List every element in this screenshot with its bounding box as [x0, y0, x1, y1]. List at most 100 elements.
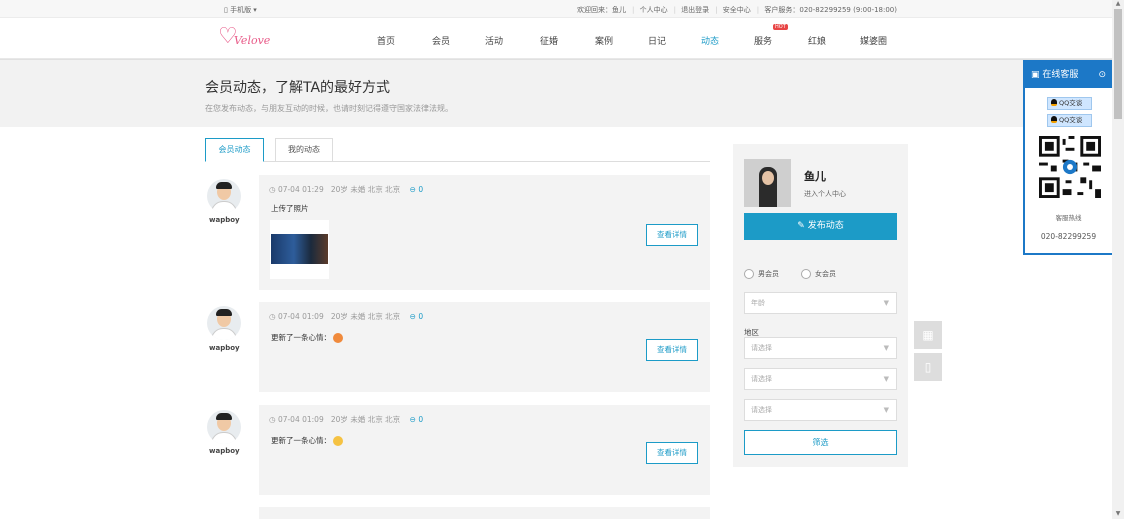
security-link[interactable]: 安全中心 [723, 6, 751, 14]
feed-card: ◷ 07-04 01:29 20岁 未婚 北京 北京 ⊖ 0 上传了照片 查看详… [259, 175, 710, 290]
nav-item-matchmaker[interactable]: 红娘 [808, 34, 826, 47]
qq-icon [1051, 116, 1057, 123]
qq-chat-button[interactable]: QQ交谈 [1047, 114, 1092, 127]
tab-my-feed[interactable]: 我的动态 [275, 138, 333, 162]
hot-badge: HOT [773, 24, 788, 30]
district-select[interactable]: 请选择 ▼ [744, 399, 897, 421]
avatar[interactable] [207, 306, 241, 340]
qr-code-icon[interactable]: ▦ [914, 321, 942, 349]
feed-photo[interactable] [270, 220, 329, 279]
feed-text-label: 更新了一条心情： [271, 436, 331, 445]
clock-icon: ◷ [269, 312, 278, 321]
feed-card: ◷ 07-04 01:09 20岁 未婚 北京 北京 ⊖ 0 更新了一条心情： … [259, 302, 710, 392]
feed-card: ◷ 07-04 01:09 20岁 未婚 北京 北京 ⊖ 0 更新了一条心情： … [259, 405, 710, 495]
feed-meta: ◷ 07-04 01:29 20岁 未婚 北京 北京 ⊖ 0 [269, 184, 423, 195]
avatar[interactable] [207, 410, 241, 444]
scrollbar-thumb[interactable] [1114, 9, 1122, 119]
chevron-down-icon: ▼ [883, 406, 889, 414]
province-select[interactable]: 请选择 ▼ [744, 337, 897, 359]
age-select[interactable]: 年龄 ▼ [744, 292, 897, 314]
service-title: 在线客服 [1042, 70, 1079, 80]
nav-item-diary[interactable]: 日记 [648, 34, 666, 47]
personal-center-link[interactable]: 个人中心 [640, 6, 668, 14]
nav-item-service[interactable]: 服务 [754, 34, 772, 47]
hotline-label: 客服热线 [1055, 214, 1082, 222]
view-detail-button[interactable]: 查看详情 [646, 224, 698, 246]
male-radio[interactable]: 男会员 [744, 269, 779, 279]
logo-text: Velove [234, 34, 271, 47]
post-update-button[interactable]: ✎ 发布动态 [744, 213, 897, 240]
tab-member-feed[interactable]: 会员动态 [205, 138, 264, 162]
female-label: 女会员 [815, 270, 836, 278]
comment-icon[interactable]: ⊖ [410, 415, 416, 424]
profile-avatar[interactable] [744, 159, 791, 207]
feed-text: 上传了照片 [271, 204, 309, 213]
feed-meta: ◷ 07-04 01:09 20岁 未婚 北京 北京 ⊖ 0 [269, 414, 423, 425]
page-title: 会员动态，了解TA的最好方式 [205, 80, 391, 96]
city-select[interactable]: 请选择 ▼ [744, 368, 897, 390]
feed-meta: ◷ 07-04 01:09 20岁 未婚 北京 北京 ⊖ 0 [269, 311, 423, 322]
comment-count[interactable]: 0 [418, 415, 423, 424]
comment-count[interactable]: 0 [418, 185, 423, 194]
nav-item-matchmaker-circle[interactable]: 媒婆圈 [860, 34, 887, 47]
age-placeholder: 年龄 [751, 299, 765, 307]
top-links: 欢迎回来：鱼儿 | 个人中心 | 退出登录 | 安全中心 | 客户服务：020-8229… [577, 6, 897, 14]
site-logo[interactable]: ♡ Velove [218, 26, 278, 50]
username[interactable]: wapboy [209, 344, 240, 352]
qq-icon [1051, 99, 1057, 106]
hotline-number: 020-82299259 [1040, 232, 1097, 241]
scrollbar[interactable]: ▲ ▼ [1112, 0, 1124, 519]
male-label: 男会员 [758, 270, 779, 278]
edit-icon: ✎ [797, 221, 808, 231]
mobile-icon[interactable]: ▯ [914, 353, 942, 381]
nav-item-personals[interactable]: 征婚 [540, 34, 558, 47]
nav-item-members[interactable]: 会员 [432, 34, 450, 47]
emoji-icon [333, 333, 343, 343]
view-detail-button[interactable]: 查看详情 [646, 339, 698, 361]
qr-code [1039, 136, 1101, 198]
qq-chat-button[interactable]: QQ交谈 [1047, 97, 1092, 110]
chevron-down-icon: ▼ [883, 344, 889, 352]
close-icon[interactable]: ⊙ [1098, 62, 1106, 88]
clock-icon: ◷ [269, 415, 278, 424]
qq-chat-label: QQ交谈 [1059, 99, 1083, 107]
chevron-down-icon: ▼ [883, 375, 889, 383]
comment-icon[interactable]: ⊖ [410, 185, 416, 194]
nav-item-events[interactable]: 活动 [485, 34, 503, 47]
comment-count[interactable]: 0 [418, 312, 423, 321]
feed-text: 更新了一条心情： [271, 332, 343, 343]
feed-text: 更新了一条心情： [271, 435, 343, 446]
emoji-icon [333, 436, 343, 446]
user-info: 20岁 未婚 北京 北京 [330, 185, 401, 194]
profile-sidebar: 鱼儿 进入个人中心 ✎ 发布动态 男会员 女会员 年龄 ▼ 地区 请选择 ▼ 请选择… [733, 144, 908, 467]
nav-item-cases[interactable]: 案例 [595, 34, 613, 47]
logout-link[interactable]: 退出登录 [681, 6, 709, 14]
chat-icon: ▣ [1031, 70, 1043, 80]
user-info: 20岁 未婚 北京 北京 [330, 312, 401, 321]
service-hotline-text: 客户服务：020-82299259 (9:00-18:00) [764, 6, 897, 14]
welcome-text: 欢迎回来：鱼儿 [577, 6, 626, 14]
mobile-version-link[interactable]: ▯ 手机版 ▾ [224, 5, 257, 15]
main-nav: ♡ Velove 首页 会员 活动 征婚 案例 日记 动态 服务 HOT 红娘 … [0, 18, 1112, 59]
post-time: 07-04 01:09 [277, 415, 324, 424]
page-banner: 会员动态，了解TA的最好方式 在您发布动态，与朋友互动的时候，也请时刻记得遵守国… [0, 59, 1112, 127]
feed-card [259, 507, 710, 519]
filter-button[interactable]: 筛选 [744, 430, 897, 455]
username[interactable]: wapboy [209, 216, 240, 224]
female-radio[interactable]: 女会员 [801, 269, 836, 279]
personal-center-link[interactable]: 进入个人中心 [804, 189, 846, 199]
nav-item-home[interactable]: 首页 [377, 34, 395, 47]
clock-icon: ◷ [269, 185, 278, 194]
username[interactable]: wapboy [209, 447, 240, 455]
scroll-up-icon[interactable]: ▲ [1112, 0, 1124, 7]
select-placeholder: 请选择 [751, 375, 772, 383]
comment-icon[interactable]: ⊖ [410, 312, 416, 321]
post-update-label: 发布动态 [807, 221, 844, 231]
scroll-down-icon[interactable]: ▼ [1112, 510, 1124, 517]
avatar[interactable] [207, 179, 241, 213]
user-info: 20岁 未婚 北京 北京 [330, 415, 401, 424]
qq-chat-label: QQ交谈 [1059, 116, 1083, 124]
nav-item-feed[interactable]: 动态 [701, 34, 719, 47]
view-detail-button[interactable]: 查看详情 [646, 442, 698, 464]
profile-name: 鱼儿 [804, 170, 826, 183]
